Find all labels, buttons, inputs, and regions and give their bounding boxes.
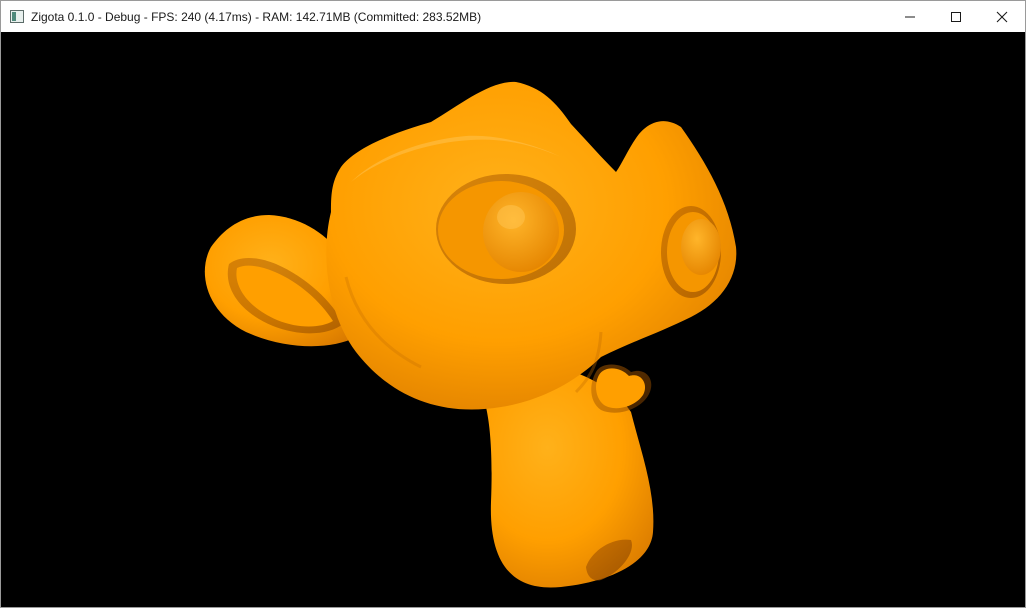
close-button[interactable] [979,1,1025,32]
maximize-icon [951,11,961,22]
window-title: Zigota 0.1.0 - Debug - FPS: 240 (4.17ms)… [31,9,482,24]
render-viewport[interactable] [1,32,1025,607]
minimize-icon [905,16,915,17]
app-window-icon [10,10,24,24]
monkey-right-eye [661,206,721,298]
monkey-nose [591,364,652,413]
minimize-button[interactable] [887,1,933,32]
maximize-button[interactable] [933,1,979,32]
app-window: Zigota 0.1.0 - Debug - FPS: 240 (4.17ms)… [0,0,1026,608]
close-icon [996,11,1008,22]
monkey-left-eye [436,174,576,284]
title-bar[interactable]: Zigota 0.1.0 - Debug - FPS: 240 (4.17ms)… [1,1,1025,32]
monkey-head-mesh [204,81,737,588]
window-controls [887,1,1025,32]
